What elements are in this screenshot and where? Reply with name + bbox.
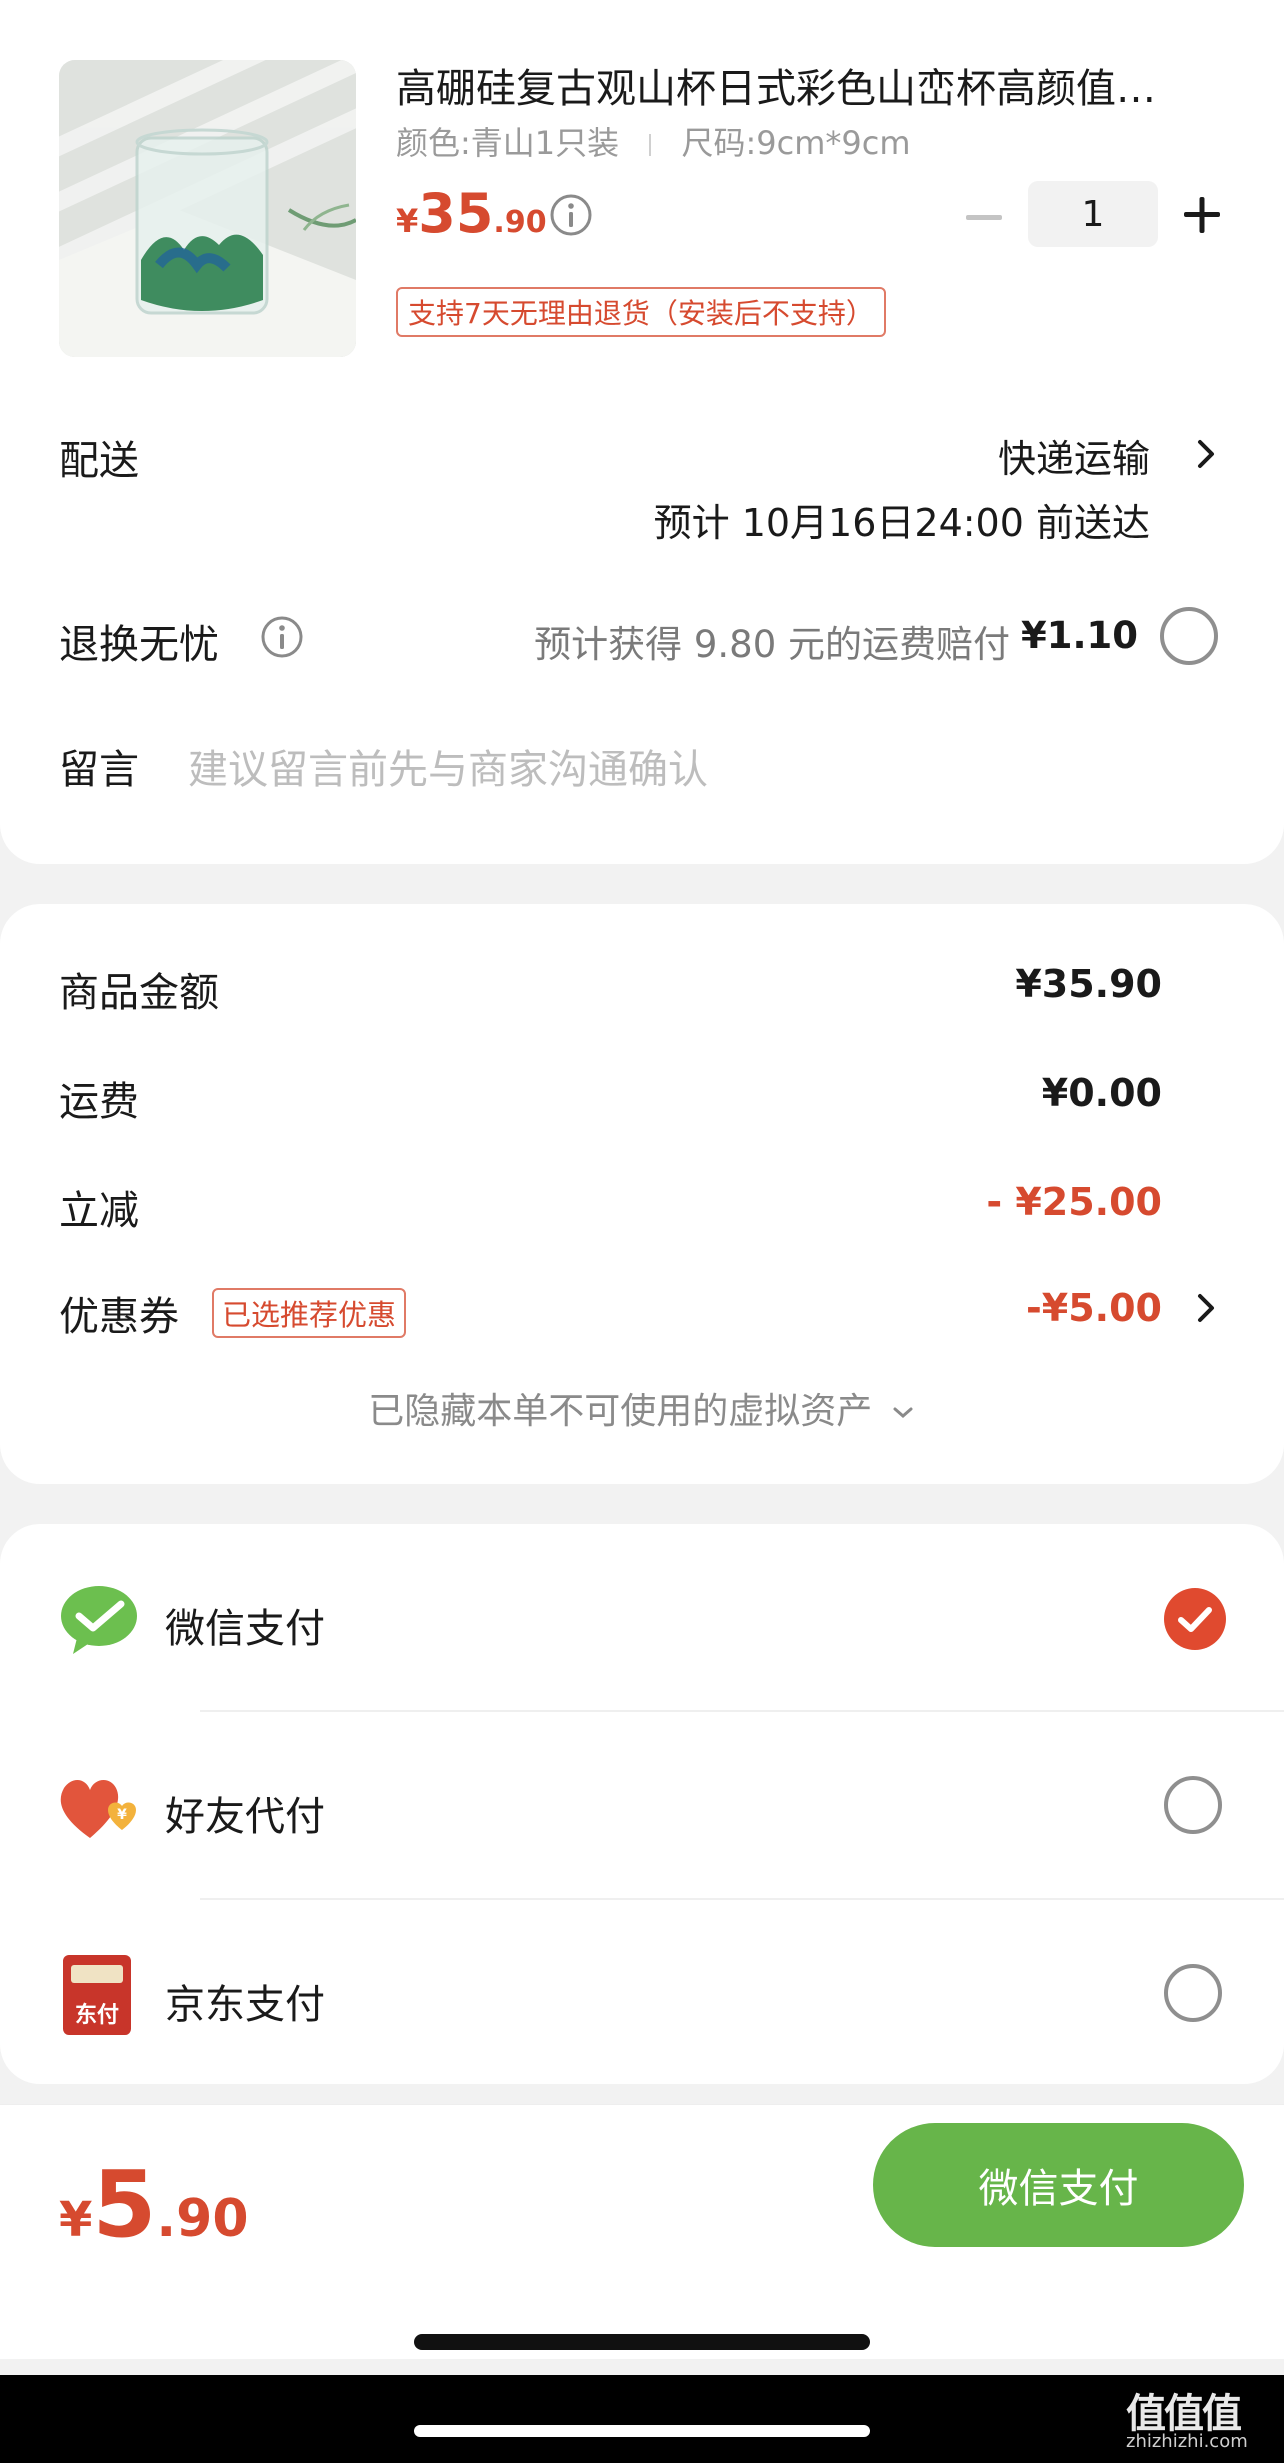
- payment-option-friend[interactable]: ¥ 好友代付: [0, 1712, 1284, 1900]
- price-decimal: .90: [493, 205, 547, 240]
- product-size-spec: 尺码:9cm*9cm: [681, 124, 911, 162]
- delivery-eta: 预计 10月16日24:00 前送达: [653, 501, 1150, 545]
- delivery-method[interactable]: 快递运输: [998, 428, 1150, 483]
- coupon-chevron-icon[interactable]: [1192, 1286, 1222, 1330]
- price-info-icon[interactable]: [549, 193, 593, 237]
- quantity-increase-button[interactable]: [1180, 193, 1224, 237]
- total-currency: ¥: [59, 2192, 93, 2248]
- return-policy-badge: 支持7天无理由退货（安装后不支持）: [396, 287, 886, 337]
- home-indicator: [414, 2334, 870, 2350]
- jd-pay-icon-stripe: [71, 1965, 123, 1983]
- payment-option-wechat[interactable]: 微信支付: [0, 1524, 1284, 1712]
- spec-separator: [649, 134, 652, 156]
- shipping-value: ¥0.00: [1041, 1071, 1162, 1115]
- pay-button-label: 微信支付: [978, 2166, 1139, 2212]
- payment-radio-friend[interactable]: [1164, 1776, 1222, 1834]
- product-card: 高硼硅复古观山杯日式彩色山峦杯高颜值… 颜色:青山1只装 尺码:9cm*9cm …: [0, 0, 1284, 864]
- system-bottom-bar: 值值值 zhizhizhi.com: [0, 2375, 1284, 2463]
- payment-option-jd[interactable]: 东付 京东支付: [0, 1900, 1284, 2088]
- return-worry-price: ¥1.10: [1020, 614, 1138, 657]
- discount-value: - ¥25.00: [986, 1180, 1162, 1224]
- watermark-url: zhizhizhi.com: [1126, 2431, 1248, 2452]
- friend-pay-icon-text: ¥: [117, 1807, 127, 1823]
- discount-label: 立减: [59, 1188, 139, 1234]
- delivery-chevron-icon[interactable]: [1192, 432, 1222, 476]
- payment-radio-wechat-selected[interactable]: [1164, 1588, 1226, 1650]
- bottom-bar-line: [414, 2425, 870, 2437]
- shipping-label: 运费: [59, 1079, 139, 1125]
- checkout-footer: ¥5.90 微信支付: [0, 2104, 1284, 2359]
- payment-label-jd: 京东支付: [165, 1982, 325, 2028]
- price-summary-card: 商品金额 ¥35.90 运费 ¥0.00 立减 - ¥25.00 优惠券 已选推…: [0, 904, 1284, 1484]
- payment-radio-jd[interactable]: [1164, 1964, 1222, 2022]
- product-price: ¥35.90: [396, 182, 547, 245]
- payment-methods-card: 微信支付 ¥ 好友代付 东付 京东支付: [0, 1524, 1284, 2084]
- return-worry-info-icon[interactable]: [260, 615, 304, 659]
- product-color-spec: 颜色:青山1只装: [396, 124, 620, 162]
- jd-pay-icon-text: 东付: [74, 2003, 119, 2028]
- chevron-down-icon: [893, 1407, 913, 1418]
- total-decimal: .90: [156, 2189, 249, 2249]
- message-label: 留言: [59, 747, 139, 793]
- pay-button[interactable]: 微信支付: [873, 2123, 1244, 2247]
- delivery-label: 配送: [59, 438, 139, 484]
- coupon-value[interactable]: -¥5.00: [1026, 1286, 1162, 1330]
- payment-label-wechat: 微信支付: [165, 1606, 325, 1652]
- quantity-decrease-button[interactable]: [962, 196, 1006, 240]
- total-integer: 5: [92, 2151, 157, 2258]
- price-integer: 35: [418, 182, 494, 245]
- goods-amount-label: 商品金额: [59, 970, 219, 1016]
- return-worry-radio[interactable]: [1160, 607, 1218, 665]
- jd-pay-icon: 东付: [63, 1955, 131, 2035]
- hidden-assets-toggle[interactable]: 已隐藏本单不可使用的虚拟资产: [0, 1382, 1284, 1434]
- quantity-value: 1: [1081, 193, 1105, 235]
- friend-pay-icon: ¥: [56, 1772, 142, 1844]
- product-spec[interactable]: 颜色:青山1只装 尺码:9cm*9cm: [396, 118, 911, 164]
- return-worry-label: 退换无忧: [59, 622, 219, 668]
- coupon-label: 优惠券: [59, 1294, 179, 1340]
- wechat-pay-icon: [59, 1584, 139, 1656]
- return-worry-desc: 预计获得 9.80 元的运费赔付: [534, 623, 1010, 666]
- goods-amount-value: ¥35.90: [1015, 962, 1162, 1006]
- price-currency: ¥: [396, 202, 419, 240]
- checkmark-icon: [1178, 1607, 1212, 1632]
- product-image[interactable]: [59, 60, 356, 357]
- hidden-assets-text: 已隐藏本单不可使用的虚拟资产: [368, 1391, 873, 1432]
- glass-cup-illustration: [59, 60, 356, 357]
- message-input[interactable]: 建议留言前先与商家沟通确认: [188, 737, 1188, 795]
- total-price: ¥5.90: [59, 2151, 249, 2258]
- product-title[interactable]: 高硼硅复古观山杯日式彩色山峦杯高颜值…: [396, 56, 1236, 114]
- payment-label-friend: 好友代付: [165, 1794, 325, 1840]
- quantity-input[interactable]: 1: [1028, 181, 1158, 247]
- coupon-badge[interactable]: 已选推荐优惠: [212, 1288, 407, 1338]
